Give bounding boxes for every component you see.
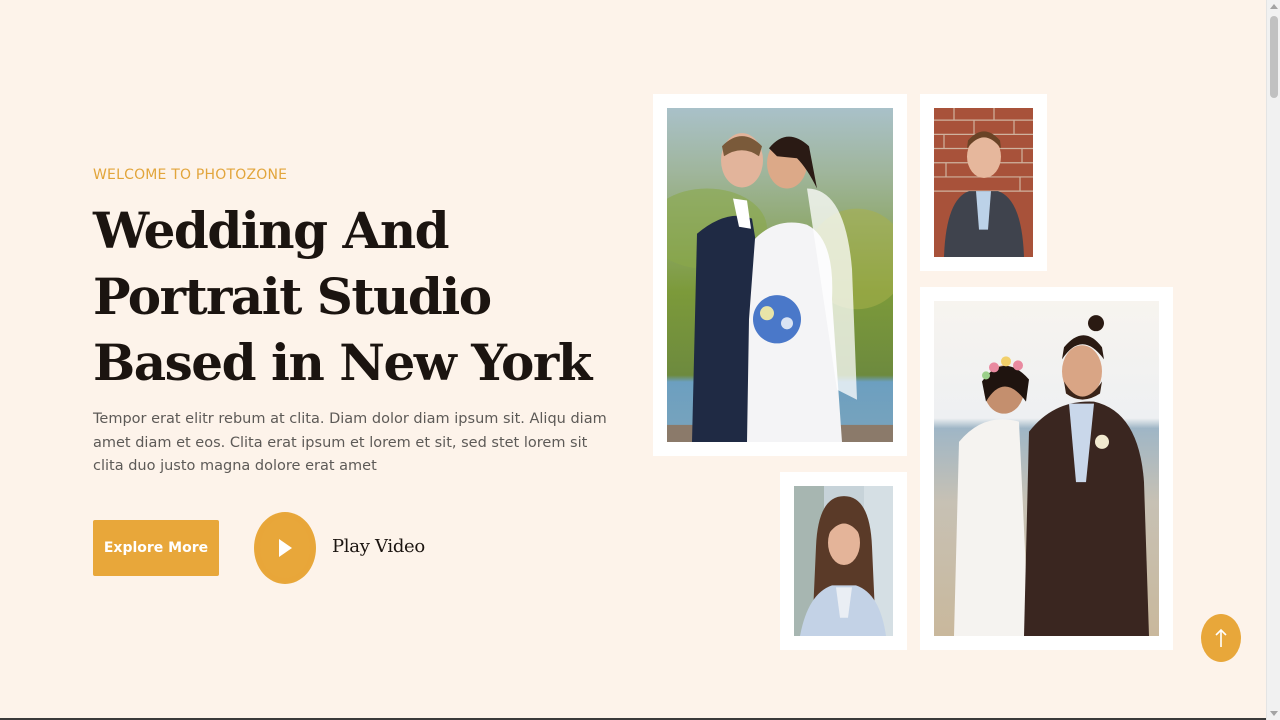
wedding-couple-photo <box>667 108 893 442</box>
scroll-down-icon[interactable] <box>1270 711 1278 716</box>
man-portrait-photo <box>934 108 1033 257</box>
couple-flower-crown-photo <box>934 301 1159 636</box>
arrow-up-icon <box>1215 628 1227 647</box>
play-video-button[interactable] <box>254 512 316 584</box>
play-video-label[interactable]: Play Video <box>332 536 425 557</box>
explore-more-button[interactable]: Explore More <box>93 520 219 576</box>
gallery-frame-wedding <box>653 94 907 456</box>
gallery-frame-woman <box>780 472 907 650</box>
hero-description: Tempor erat elitr rebum at clita. Diam d… <box>93 411 607 474</box>
hero-eyebrow: Welcome To Photozone <box>93 167 288 183</box>
hero-section: Welcome To Photozone Wedding And Portrai… <box>0 0 1266 720</box>
play-icon <box>279 539 292 557</box>
gallery-frame-man <box>920 94 1047 271</box>
page-scrollbar[interactable] <box>1266 0 1280 720</box>
scroll-up-icon[interactable] <box>1270 4 1278 9</box>
gallery-frame-couple <box>920 287 1173 650</box>
woman-portrait-photo <box>794 486 893 636</box>
play-button-circle[interactable] <box>254 512 316 584</box>
hero-title: Wedding And Portrait Studio Based in New… <box>93 201 592 392</box>
scrollbar-thumb[interactable] <box>1270 16 1278 98</box>
back-to-top-button[interactable] <box>1201 614 1241 662</box>
